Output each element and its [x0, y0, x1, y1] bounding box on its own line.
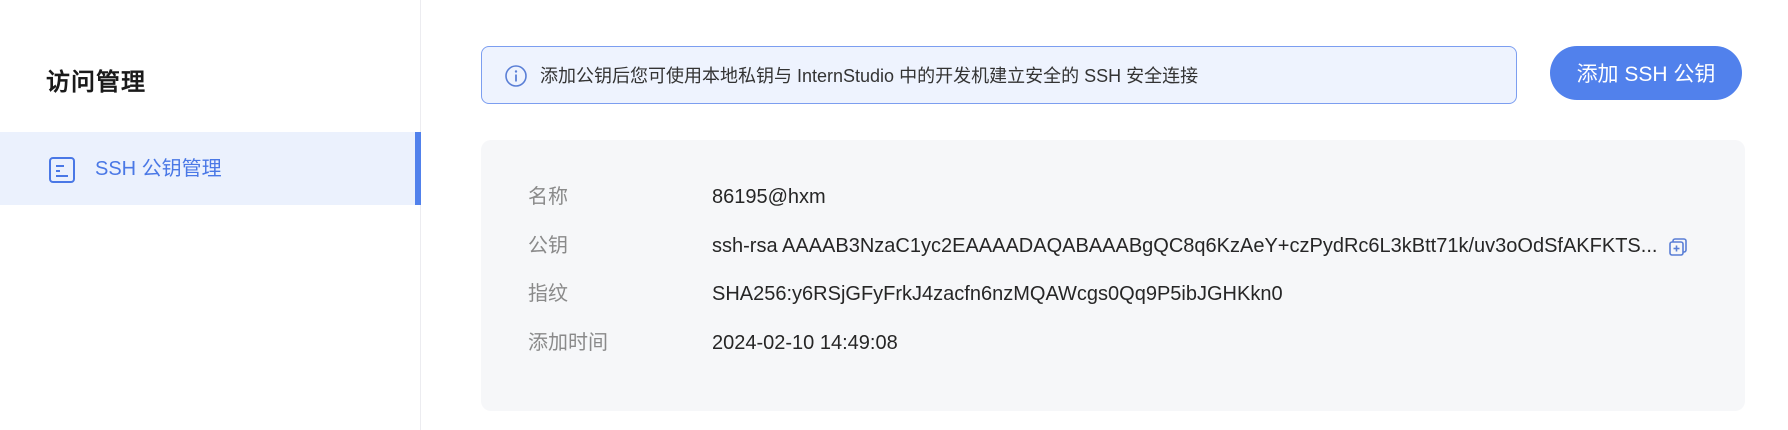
added-time-value: 2024-02-10 14:49:08 [712, 332, 898, 354]
key-name-row: 名称 86195@hxm [481, 182, 1745, 212]
document-list-icon [49, 157, 75, 183]
copy-icon[interactable] [1667, 236, 1689, 258]
add-ssh-key-button[interactable]: 添加 SSH 公钥 [1550, 46, 1742, 100]
info-banner: 添加公钥后您可使用本地私钥与 InternStudio 中的开发机建立安全的 S… [481, 46, 1517, 104]
sidebar-item-ssh-keys[interactable]: SSH 公钥管理 [0, 132, 421, 205]
public-key-label: 公钥 [528, 235, 568, 257]
banner-text: 添加公钥后您可使用本地私钥与 InternStudio 中的开发机建立安全的 S… [540, 66, 1199, 86]
fingerprint-value: SHA256:y6RSjGFyFrkJ4zacfn6nzMQAWcgs0Qq9P… [712, 283, 1283, 305]
public-key-value: ssh-rsa AAAAB3NzaC1yc2EAAAADAQABAAABgQC8… [712, 235, 1658, 257]
app-root: 访问管理 SSH 公钥管理 添加公钥后您可使用本地私钥与 InternStudi… [0, 0, 1788, 430]
sidebar-item-label: SSH 公钥管理 [95, 158, 222, 180]
sidebar: 访问管理 SSH 公钥管理 [0, 0, 421, 430]
info-icon [505, 65, 527, 87]
fingerprint-label: 指纹 [528, 283, 568, 305]
ssh-key-card: 名称 86195@hxm 公钥 ssh-rsa AAAAB3NzaC1yc2EA… [481, 140, 1745, 411]
public-key-row: 公钥 ssh-rsa AAAAB3NzaC1yc2EAAAADAQABAAABg… [481, 231, 1745, 261]
key-name-label: 名称 [528, 186, 568, 208]
sidebar-title: 访问管理 [46, 69, 146, 96]
fingerprint-row: 指纹 SHA256:y6RSjGFyFrkJ4zacfn6nzMQAWcgs0Q… [481, 279, 1745, 309]
added-time-label: 添加时间 [528, 332, 608, 354]
added-time-row: 添加时间 2024-02-10 14:49:08 [481, 328, 1745, 358]
key-name-value: 86195@hxm [712, 186, 826, 208]
active-indicator [415, 132, 421, 205]
